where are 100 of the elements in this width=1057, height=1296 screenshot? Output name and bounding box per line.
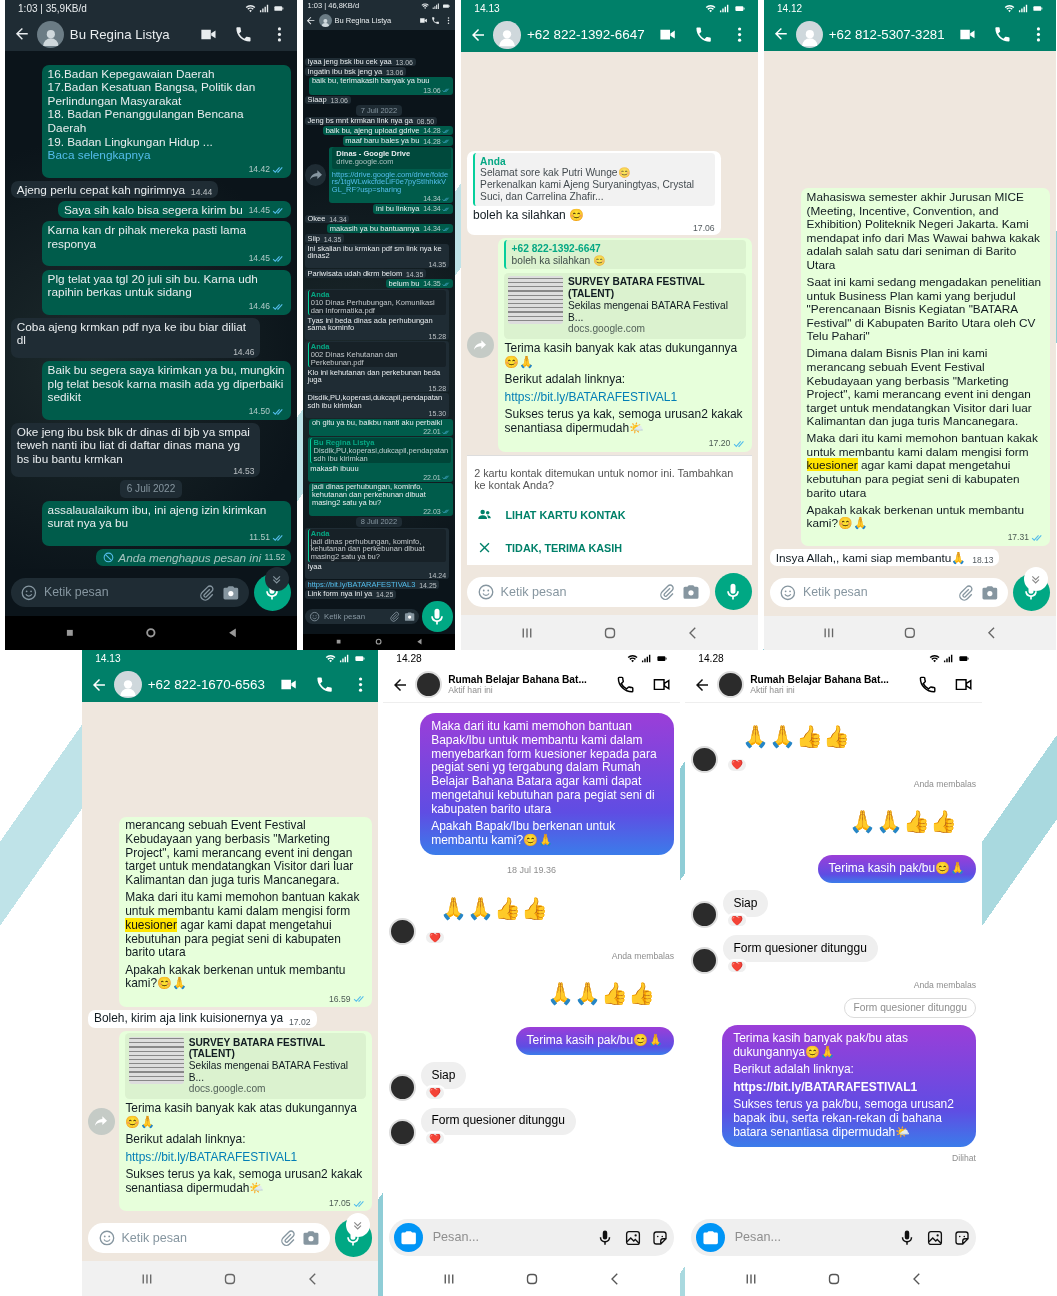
phone-icon[interactable] — [431, 16, 441, 26]
message-input[interactable]: Ketik pesan — [121, 1230, 273, 1246]
camera-icon[interactable] — [221, 583, 240, 602]
message-time: 16.59 — [329, 994, 351, 1004]
attach-icon[interactable] — [278, 1228, 297, 1247]
emoji-icon[interactable] — [97, 1228, 116, 1247]
message-text: Terima kasih pak/bu😊🙏 — [526, 1034, 664, 1048]
emoji-icon[interactable] — [476, 582, 495, 601]
preview-description: Sekilas mengenai BATARA Festival B... — [188, 1060, 350, 1084]
deleted-message-text: Anda menghapus pesan ini — [118, 550, 262, 565]
forward-button[interactable] — [304, 164, 327, 186]
message-text: merancang sebuah Event Festival Kebudayaan yang berbasis "Marketing Project", kami merancang event ini dengan target untuk mendatangkan Visitor dari luar Kalimantan dan juga turis Mancanegara. — [125, 819, 355, 888]
message-input[interactable]: Ketik pesan — [500, 584, 653, 599]
message-text: Coba ajeng krmkan pdf nya ke ibu biar diliat dl — [16, 319, 247, 347]
gallery-icon[interactable] — [623, 1228, 642, 1247]
message-link[interactable]: https://bit.ly/BATARAFESTIVAL1 — [504, 390, 746, 405]
quote-author: Anda — [480, 155, 507, 168]
wifi-icon — [929, 653, 941, 665]
message-text: Plg telat yaa tgl 20 juli sih bu. Karna udh rapihin berkas untuk sidang — [47, 271, 259, 299]
message-text: Apakah kakak berkenan untuk membantu kami?😊🙏 — [806, 502, 1026, 530]
message-text: Saat ini kami sedang mengadakan penelitian untuk Business Plan kami yang berjudul "Perencanaan Bisnis Kegiatan "BATARA Festival" di Kabupaten Barito Utara oleh CV Telu Pahari" — [806, 275, 1043, 343]
emoji-icon[interactable] — [20, 583, 38, 602]
input-bar[interactable]: Ketik pesan — [769, 577, 1009, 608]
contact-name[interactable]: Rumah Belajar Bahana Bat... — [750, 673, 913, 686]
preview-domain: docs.google.com — [568, 323, 647, 336]
attach-icon[interactable] — [658, 582, 677, 601]
avatar[interactable] — [415, 671, 443, 699]
avatar[interactable] — [717, 671, 745, 699]
camera-icon[interactable] — [404, 611, 416, 623]
contact-name[interactable]: Bu Regina Listya — [69, 26, 194, 42]
message-text: Saya sih kalo bisa segera kirim bu — [64, 203, 243, 217]
read-ticks-icon — [442, 507, 451, 516]
quote-text: boleh ka silahkan 😊 — [511, 254, 608, 267]
avatar — [389, 1073, 416, 1101]
avatar[interactable] — [36, 20, 64, 48]
back-icon[interactable] — [305, 15, 317, 27]
message-input[interactable]: Pesan... — [734, 1230, 889, 1245]
notice-action-button[interactable]: TIDAK, TERIMA KASIH — [474, 533, 745, 562]
active-status: Aktif hari ini — [750, 685, 795, 696]
avatar — [389, 1119, 416, 1146]
thumbnail-image — [508, 276, 564, 325]
message-link[interactable]: https://bit.ly/BATARAFESTIVAL1 — [733, 1080, 966, 1095]
message-link[interactable]: https://bit.ly/BATARAFESTIVAL1 — [125, 1150, 367, 1165]
message-time: 17.06 — [693, 224, 715, 233]
preview-title: SURVEY BATARA FESTIVAL (TALENT) — [568, 276, 706, 300]
phone-icon[interactable] — [918, 675, 938, 695]
read-more-link[interactable]: Baca selengkapnya — [47, 148, 151, 162]
input-bar[interactable]: Pesan... — [691, 1218, 976, 1257]
message-text: Insya Allah,, kami siap membantu🙏 — [775, 550, 967, 565]
reaction-badge: ❤ — [726, 913, 749, 929]
status-time: 14.28 — [698, 652, 724, 665]
message-time: 14.42 — [248, 165, 270, 174]
read-ticks-icon — [442, 86, 451, 95]
avatar — [389, 917, 416, 945]
status-time: 14.13 — [474, 2, 500, 15]
notice-action-button[interactable]: LIHAT KARTU KONTAK — [474, 500, 745, 529]
contact-name[interactable]: +62 822-1670-6563 — [147, 676, 273, 693]
message-text: 16.Badan Kepegawaian Daerah 17.Badan Kesatuan Bangsa, Politik dan Perlindungan Masyarakat 18. Badan Penanggulangan Bencana Daerah 19. Badan Lingkungan Hidup ... Baca selengkapnya — [47, 66, 257, 162]
input-bar[interactable]: Ketik pesan — [87, 1222, 330, 1253]
input-bar[interactable]: Ketik pesan — [467, 576, 710, 607]
thumbnail-image — [128, 1036, 184, 1085]
emoji-message: 🙏🙏👍👍 — [848, 809, 957, 835]
read-ticks-icon — [442, 427, 451, 436]
avatar — [691, 946, 718, 974]
message-input[interactable]: Ketik pesan — [43, 585, 193, 600]
read-ticks-icon — [442, 204, 451, 214]
attach-icon[interactable] — [389, 611, 401, 623]
status-time: 14.28 — [396, 652, 422, 665]
person-icon — [320, 16, 331, 28]
wifi-icon — [244, 3, 256, 15]
mic-button[interactable] — [422, 601, 453, 632]
date-label: 6 Juli 2022 — [119, 480, 183, 498]
avatar[interactable] — [318, 13, 333, 28]
contact-name[interactable]: Rumah Belajar Bahana Bat... — [448, 673, 611, 686]
message-time: 11.51 — [249, 533, 270, 542]
emoji-icon[interactable] — [779, 583, 797, 602]
camera-button[interactable] — [393, 1222, 424, 1253]
phone-icon[interactable] — [616, 675, 636, 695]
sticker-icon[interactable] — [651, 1228, 670, 1247]
wifi-icon — [627, 653, 639, 665]
message-text: Mahasiswa semester akhir Jurusan MICE (Meeting, Incentive, Convention, and Exhibition) Politeknik Negeri Jakarta. Kami mendapat info dari Mas Wawai bahwa kakak adalah salah satu dari seniman di Barito Utara — [806, 190, 1041, 272]
message-time: 17.20 — [708, 439, 731, 448]
avatar — [691, 901, 718, 929]
gallery-icon[interactable] — [925, 1228, 944, 1247]
input-bar[interactable]: Ketik pesan — [10, 577, 250, 608]
input-bar[interactable]: Pesan... — [389, 1218, 674, 1257]
emoji-icon[interactable] — [309, 611, 321, 623]
home-icon[interactable] — [373, 636, 385, 648]
message-input[interactable]: Pesan... — [432, 1230, 587, 1245]
phone-icon[interactable] — [234, 24, 254, 44]
contact-name[interactable]: +62 812-5307-3281 — [828, 26, 953, 42]
notice-text: 2 kartu kontak ditemukan untuk nomor ini. Tambahkan ke kontak Anda? — [474, 466, 735, 492]
read-ticks-icon — [442, 136, 451, 146]
sticker-icon[interactable] — [953, 1228, 972, 1247]
video-call-icon[interactable] — [419, 16, 428, 26]
status-time: 14.12 — [777, 2, 803, 15]
contact-name[interactable]: +62 822-1392-6647 — [527, 27, 653, 43]
camera-button[interactable] — [695, 1222, 726, 1253]
message-input[interactable]: Ketik pesan — [802, 585, 952, 600]
read-ticks-icon — [442, 126, 451, 135]
